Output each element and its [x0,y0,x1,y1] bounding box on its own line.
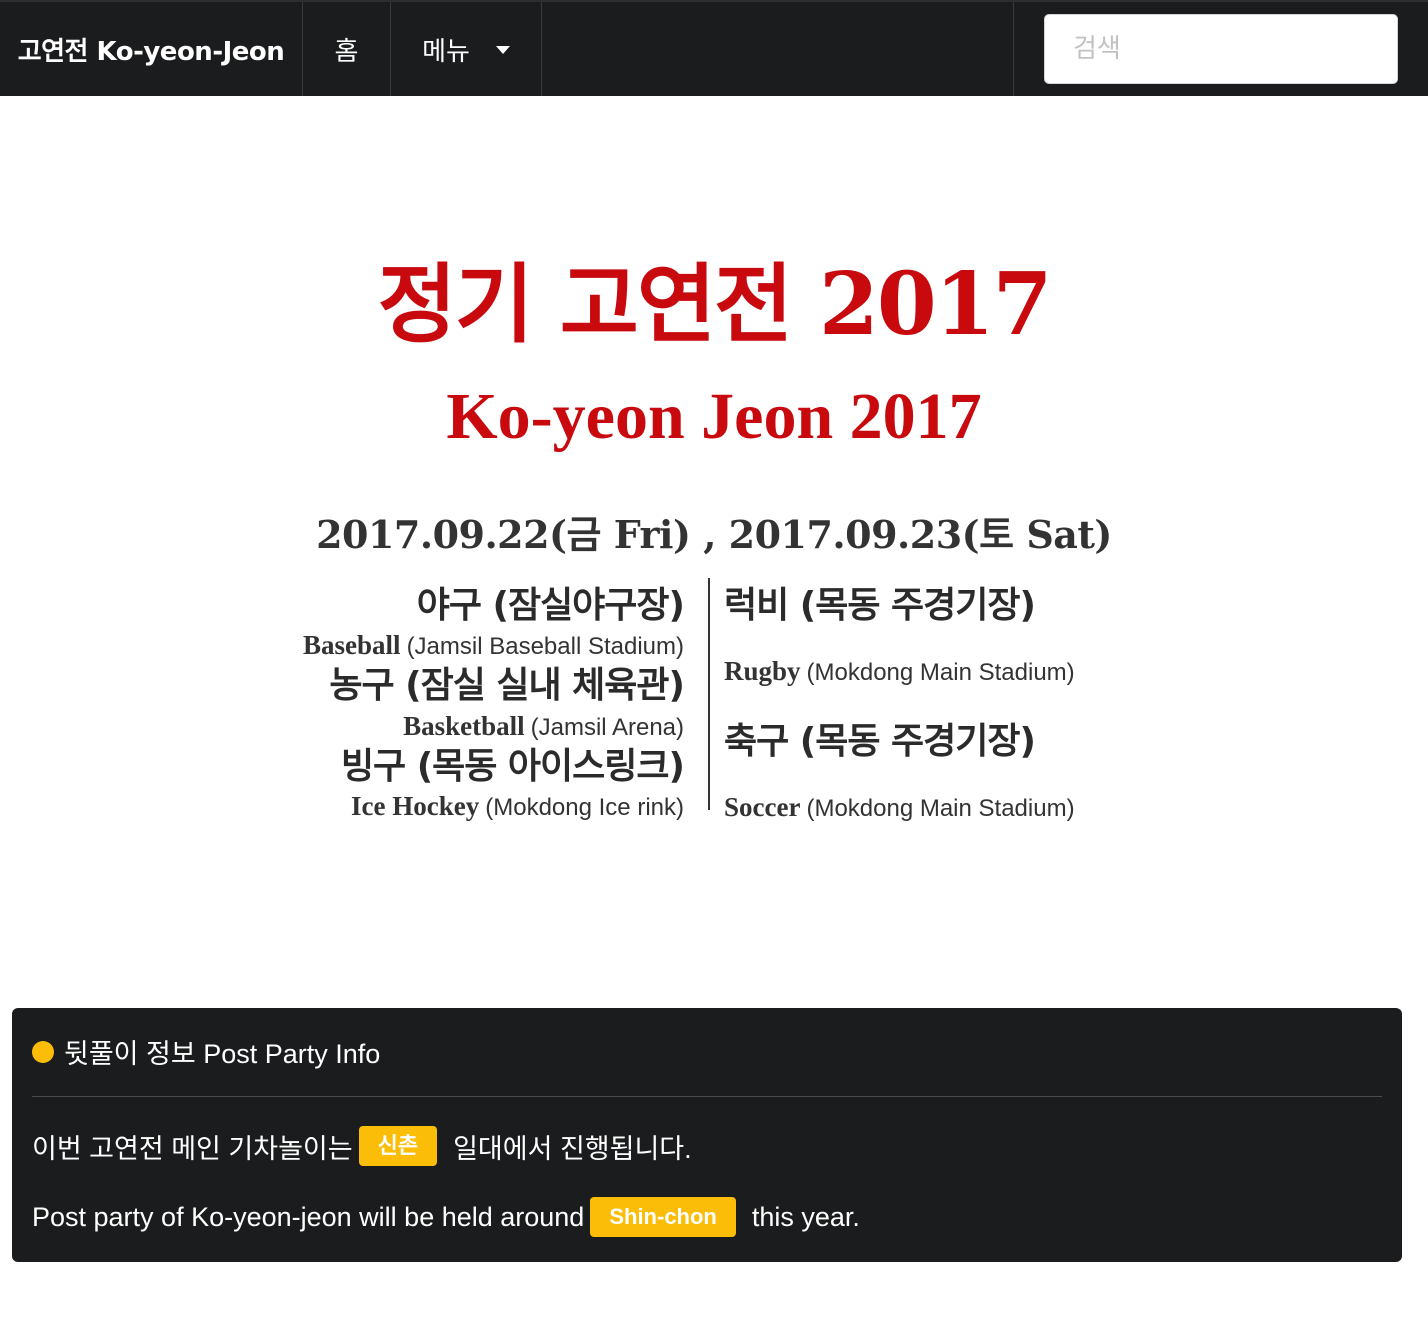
location-label: Shin-chon [590,1197,736,1237]
yellow-circle-icon [32,1040,54,1063]
sport-name: Rugby [724,656,801,686]
sport-name: Basketball [403,711,525,741]
poster-title-english: Ko-yeon Jeon 2017 [446,380,982,453]
column-divider [708,578,710,810]
poster-dates: 2017.09.22(금 Fri) , 2017.09.23(토 Sat) [316,512,1112,557]
brand-link[interactable]: 고연전 Ko-yeon-Jeon [0,2,303,96]
info-line-english: Post party of Ko-yeon-jeon will be held … [32,1197,860,1237]
info-header: 뒷풀이 정보 Post Party Info [32,1032,380,1071]
info-line-text: this year. [751,1201,860,1232]
info-line-korean: 이번 고연전 메인 기차놀이는 신촌 일대에서 진행됩니다. [32,1126,692,1166]
top-navbar: 고연전 Ko-yeon-Jeon 홈 메뉴 [0,0,1428,96]
venue-baseball-ko: 야구 (잠실야구장) [416,585,685,626]
venue-icehockey-en: Ice Hockey (Mokdong Ice rink) [351,793,684,820]
poster-title-korean: 정기 고연전 2017 [377,254,1053,355]
event-poster: 정기 고연전 2017 Ko-yeon Jeon 2017 2017.09.22… [0,96,1428,1008]
venue-basketball-ko: 농구 (잠실 실내 체육관) [329,665,685,706]
venue-rugby-en: Rugby (Mokdong Main Stadium) [724,658,1075,685]
info-line-text: 이번 고연전 메인 기차놀이는 [32,1133,353,1164]
post-party-info-panel: 뒷풀이 정보 Post Party Info 이번 고연전 메인 기차놀이는 신… [12,1008,1402,1262]
info-divider [32,1096,1382,1097]
search-container [1014,2,1428,96]
venue-name: (Jamsil Arena) [530,714,684,741]
venue-name: (Jamsil Baseball Stadium) [406,633,684,660]
venue-soccer-ko: 축구 (목동 주경기장) [724,721,1036,762]
search-input[interactable] [1044,14,1398,84]
nav-spacer [542,2,1014,96]
venue-icehockey-ko: 빙구 (목동 아이스링크) [340,746,685,787]
location-label: 신촌 [358,1126,438,1166]
venue-baseball-en: Baseball (Jamsil Baseball Stadium) [303,632,684,659]
info-header-text: 뒷풀이 정보 Post Party Info [64,1039,381,1069]
sport-name: Ice Hockey [351,791,480,821]
caret-down-icon [495,46,510,54]
nav-menu-label: 메뉴 [422,36,470,67]
sport-name: Soccer [724,792,801,822]
nav-menu-dropdown[interactable]: 메뉴 [391,2,542,96]
info-line-text: 일대에서 진행됩니다. [453,1133,692,1164]
info-line-text: Post party of Ko-yeon-jeon will be held … [32,1201,585,1232]
venue-name: (Mokdong Main Stadium) [806,795,1075,822]
venue-name: (Mokdong Ice rink) [485,794,684,821]
venue-rugby-ko: 럭비 (목동 주경기장) [724,585,1036,626]
venue-soccer-en: Soccer (Mokdong Main Stadium) [724,794,1075,821]
nav-home-link[interactable]: 홈 [303,2,391,96]
sport-name: Baseball [303,630,401,660]
venue-name: (Mokdong Main Stadium) [806,659,1075,686]
venue-basketball-en: Basketball (Jamsil Arena) [403,713,684,740]
